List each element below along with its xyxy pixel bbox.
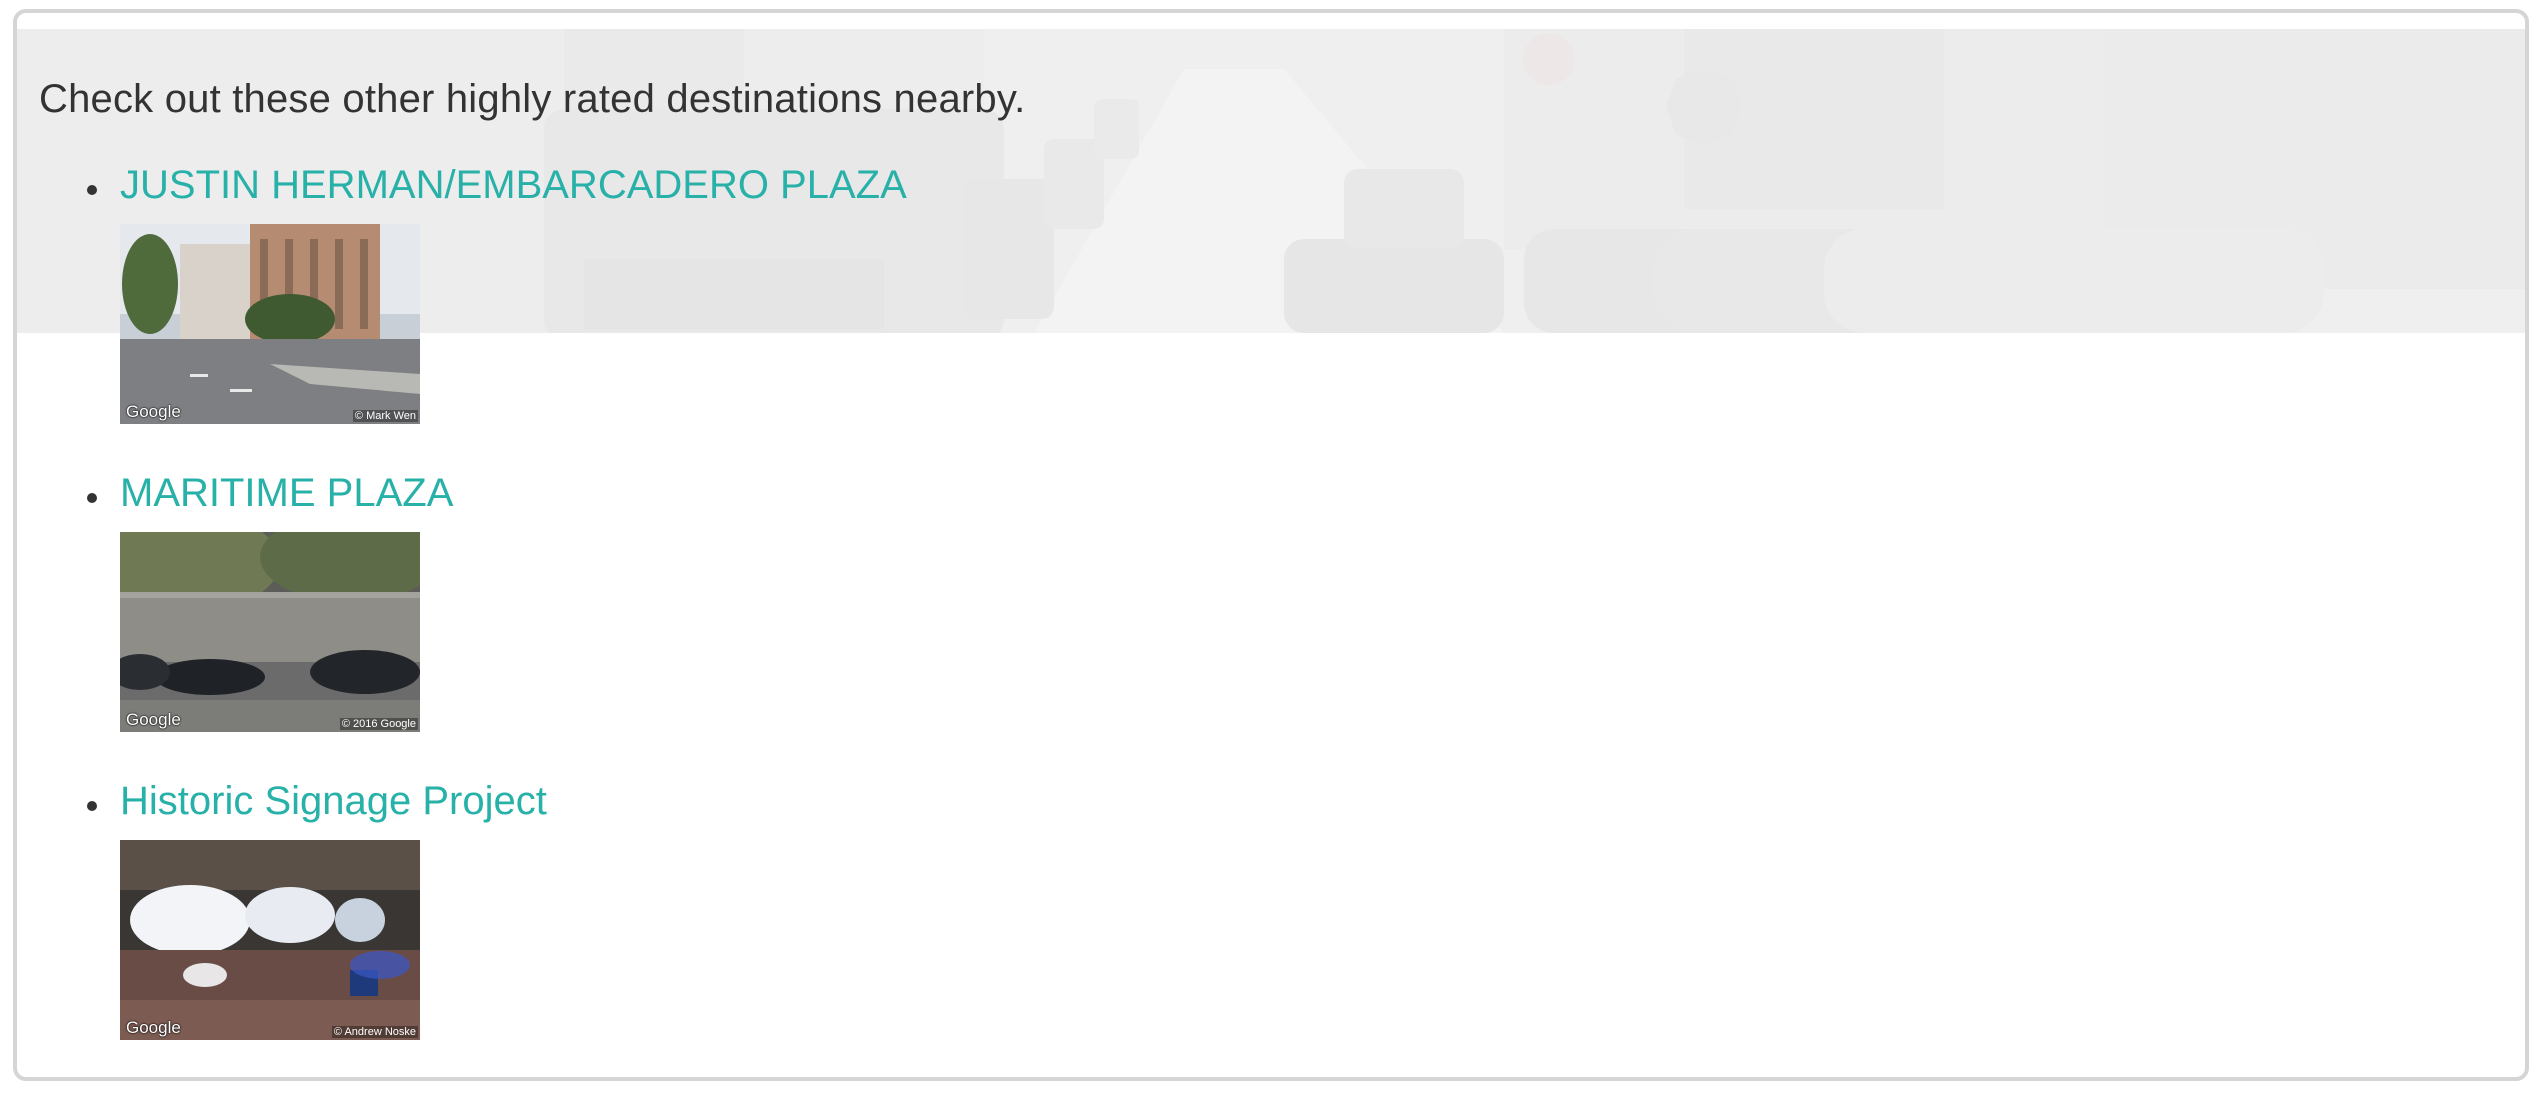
google-logo: Google <box>126 402 181 421</box>
destination-thumbnail[interactable]: Google © Andrew Noske <box>120 840 420 1040</box>
destination-thumbnail[interactable]: Google © 2016 Google <box>120 532 420 732</box>
intro-heading: Check out these other highly rated desti… <box>39 77 1026 121</box>
list-bullet <box>87 185 97 195</box>
google-logo: Google <box>126 710 181 729</box>
destination-link[interactable]: MARITIME PLAZA <box>120 471 453 516</box>
list-bullet <box>87 801 97 811</box>
image-credit: © Andrew Noske <box>331 1026 418 1038</box>
destination-link[interactable]: JUSTIN HERMAN/EMBARCADERO PLAZA <box>120 163 907 208</box>
image-credit: © 2016 Google <box>339 718 418 730</box>
list-bullet <box>87 493 97 503</box>
destination-thumbnail[interactable]: Google © Mark Wen <box>120 224 420 424</box>
nearby-destinations-card: Check out these other highly rated desti… <box>13 9 2529 1081</box>
destination-link[interactable]: Historic Signage Project <box>120 779 547 824</box>
image-credit: © Mark Wen <box>352 410 418 422</box>
google-logo: Google <box>126 1018 181 1037</box>
